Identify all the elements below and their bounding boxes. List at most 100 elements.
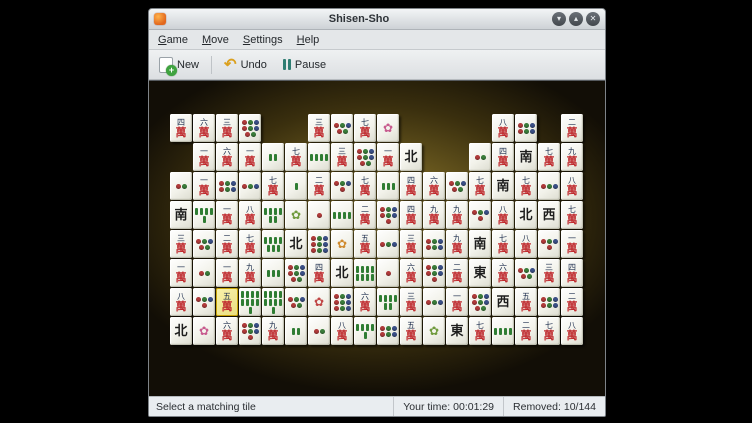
tile-c7[interactable] bbox=[239, 317, 261, 345]
tile-m6[interactable]: 六萬 bbox=[216, 143, 238, 171]
tile-c9[interactable] bbox=[331, 288, 353, 316]
tile-m3[interactable]: 三萬 bbox=[400, 230, 422, 258]
tile-m2[interactable]: 二萬 bbox=[515, 317, 537, 345]
tile-m1[interactable]: 一萬 bbox=[239, 143, 261, 171]
tile-c4[interactable] bbox=[538, 230, 560, 258]
tile-m1[interactable]: 一萬 bbox=[446, 288, 468, 316]
tile-b6[interactable] bbox=[377, 288, 399, 316]
tile-m2[interactable]: 二萬 bbox=[354, 201, 376, 229]
tile-m4[interactable]: 四萬 bbox=[308, 259, 330, 287]
tile-wN[interactable]: 北 bbox=[285, 230, 307, 258]
tile-m8[interactable]: 八萬 bbox=[170, 288, 192, 316]
tile-wS[interactable]: 南 bbox=[492, 172, 514, 200]
menu-help[interactable]: Help bbox=[291, 33, 326, 47]
tile-wN[interactable]: 北 bbox=[331, 259, 353, 287]
menu-settings[interactable]: Settings bbox=[237, 33, 289, 47]
tile-m1[interactable]: 一萬 bbox=[561, 230, 583, 258]
tile-m6[interactable]: 六萬 bbox=[193, 114, 215, 142]
tile-m8[interactable]: 八萬 bbox=[492, 201, 514, 229]
tile-b4[interactable] bbox=[492, 317, 514, 345]
tile-c4[interactable] bbox=[331, 172, 353, 200]
tile-c2[interactable] bbox=[170, 172, 192, 200]
tile-wW[interactable]: 西 bbox=[492, 288, 514, 316]
tile-m7[interactable]: 七萬 bbox=[469, 172, 491, 200]
tile-m7[interactable]: 七萬 bbox=[262, 172, 284, 200]
tile-m1[interactable]: 一萬 bbox=[170, 259, 192, 287]
undo-button[interactable]: ↶ Undo bbox=[218, 54, 273, 75]
tile-c5[interactable] bbox=[515, 259, 537, 287]
tile-b9[interactable] bbox=[262, 288, 284, 316]
tile-wE[interactable]: 東 bbox=[446, 317, 468, 345]
tile-m4[interactable]: 四萬 bbox=[492, 143, 514, 171]
tile-c8[interactable] bbox=[285, 259, 307, 287]
tile-m8[interactable]: 八萬 bbox=[515, 230, 537, 258]
tile-m9[interactable]: 九萬 bbox=[423, 201, 445, 229]
tile-m4[interactable]: 四萬 bbox=[400, 172, 422, 200]
tile-m3[interactable]: 三萬 bbox=[170, 230, 192, 258]
new-button[interactable]: + New bbox=[153, 54, 205, 76]
tile-m2[interactable]: 二萬 bbox=[446, 259, 468, 287]
tile-b4[interactable] bbox=[308, 143, 330, 171]
tile-b2[interactable] bbox=[262, 143, 284, 171]
tile-c3[interactable] bbox=[538, 172, 560, 200]
tile-f4[interactable]: ✿ bbox=[331, 230, 353, 258]
tile-c5[interactable] bbox=[193, 230, 215, 258]
tile-c9[interactable] bbox=[308, 230, 330, 258]
tile-wE[interactable]: 東 bbox=[469, 259, 491, 287]
tile-m8[interactable]: 八萬 bbox=[239, 201, 261, 229]
tile-m7[interactable]: 七萬 bbox=[515, 172, 537, 200]
tile-c5[interactable] bbox=[446, 172, 468, 200]
tile-c7[interactable] bbox=[423, 259, 445, 287]
menu-game[interactable]: Game bbox=[152, 33, 194, 47]
tile-f2[interactable]: ✿ bbox=[193, 317, 215, 345]
tile-m8[interactable]: 八萬 bbox=[561, 172, 583, 200]
tile-m6[interactable]: 六萬 bbox=[354, 288, 376, 316]
pause-button[interactable]: Pause bbox=[277, 56, 332, 74]
tile-c6[interactable] bbox=[538, 288, 560, 316]
tile-m2[interactable]: 二萬 bbox=[561, 114, 583, 142]
tile-m1[interactable]: 一萬 bbox=[377, 143, 399, 171]
tile-c8[interactable] bbox=[469, 288, 491, 316]
tile-m9[interactable]: 九萬 bbox=[262, 317, 284, 345]
tile-m7[interactable]: 七萬 bbox=[469, 317, 491, 345]
tile-m1[interactable]: 一萬 bbox=[216, 259, 238, 287]
tile-m4[interactable]: 四萬 bbox=[400, 201, 422, 229]
tile-m7[interactable]: 七萬 bbox=[561, 201, 583, 229]
tile-m9[interactable]: 九萬 bbox=[561, 143, 583, 171]
tile-m9[interactable]: 九萬 bbox=[446, 201, 468, 229]
tile-f2[interactable]: ✿ bbox=[377, 114, 399, 142]
tile-c2[interactable] bbox=[193, 259, 215, 287]
tile-m7[interactable]: 七萬 bbox=[538, 143, 560, 171]
tile-c5[interactable] bbox=[285, 288, 307, 316]
tile-wS[interactable]: 南 bbox=[170, 201, 192, 229]
tile-m8[interactable]: 八萬 bbox=[561, 317, 583, 345]
tile-b6[interactable] bbox=[262, 201, 284, 229]
menu-move[interactable]: Move bbox=[196, 33, 235, 47]
tile-wS[interactable]: 南 bbox=[469, 230, 491, 258]
tile-wS[interactable]: 南 bbox=[515, 143, 537, 171]
tile-wN[interactable]: 北 bbox=[400, 143, 422, 171]
tile-b3[interactable] bbox=[262, 259, 284, 287]
tile-m3[interactable]: 三萬 bbox=[308, 114, 330, 142]
tile-c2[interactable] bbox=[308, 317, 330, 345]
tile-f3[interactable]: ✿ bbox=[423, 317, 445, 345]
tile-c3[interactable] bbox=[377, 230, 399, 258]
tile-m3[interactable]: 三萬 bbox=[331, 143, 353, 171]
tile-m3[interactable]: 三萬 bbox=[400, 288, 422, 316]
tile-m7[interactable]: 七萬 bbox=[492, 230, 514, 258]
tile-m5[interactable]: 五萬 bbox=[515, 288, 537, 316]
tile-m2[interactable]: 二萬 bbox=[216, 230, 238, 258]
tile-m3[interactable]: 三萬 bbox=[538, 259, 560, 287]
tile-m8[interactable]: 八萬 bbox=[492, 114, 514, 142]
tile-m9[interactable]: 九萬 bbox=[446, 230, 468, 258]
tile-c6[interactable] bbox=[423, 230, 445, 258]
tile-c4[interactable] bbox=[193, 288, 215, 316]
tile-c4[interactable] bbox=[469, 201, 491, 229]
tile-m4[interactable]: 四萬 bbox=[170, 114, 192, 142]
tile-c8[interactable] bbox=[239, 114, 261, 142]
tile-c8[interactable] bbox=[354, 143, 376, 171]
tile-c2[interactable] bbox=[469, 143, 491, 171]
tile-m7[interactable]: 七萬 bbox=[354, 114, 376, 142]
tile-wN[interactable]: 北 bbox=[170, 317, 192, 345]
tile-m6[interactable]: 六萬 bbox=[423, 172, 445, 200]
